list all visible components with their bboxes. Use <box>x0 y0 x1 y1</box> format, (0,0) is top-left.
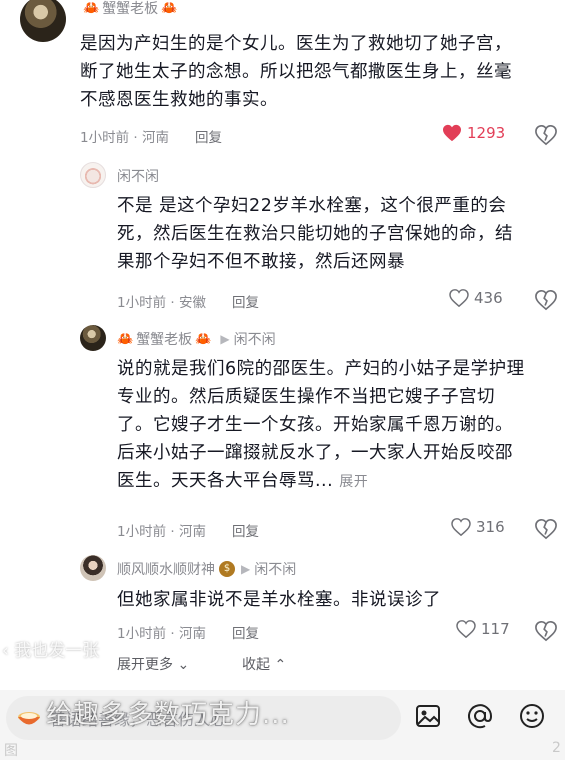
broken-heart-icon[interactable] <box>535 518 557 540</box>
time-location: 1小时前 · 河南 <box>117 626 206 642</box>
crab-icon: 🦀 <box>161 0 178 16</box>
crab-icon: 🦀 <box>117 331 134 347</box>
heart-icon <box>451 518 471 536</box>
reply-button[interactable]: 回复 <box>195 126 222 146</box>
comment-input-bar: 善语结善缘，恶言伤人心 给趣多多数巧克力... 图 2 <box>0 690 565 760</box>
like-count: 1293 <box>467 124 506 142</box>
comment-meta: 1小时前 · 河南 回复 <box>117 622 259 642</box>
comment-line: 说的就是我们6院的邵医生。产妇的小姑子是学护理 <box>117 359 525 379</box>
comment-meta: 1小时前 · 安徽 回复 <box>117 291 259 311</box>
comment-username[interactable]: 🦀 蟹蟹老板 🦀 ▶ 闲不闲 <box>114 329 276 349</box>
comment-line: 了。它嫂子才生一个女孩。开始家属千恩万谢的。 <box>117 415 513 435</box>
broken-heart-icon[interactable] <box>535 620 557 642</box>
heart-icon <box>443 124 461 142</box>
image-icon[interactable] <box>414 702 442 730</box>
comment-line: 但她家属非说不是羊水栓塞。非说误诊了 <box>117 590 441 610</box>
like-button[interactable]: 1293 <box>442 124 505 142</box>
avatar[interactable] <box>80 555 106 581</box>
like-button[interactable]: 316 <box>451 518 505 536</box>
comment-line: 不是 是这个孕妇22岁羊水栓塞，这个很严重的会 <box>117 196 507 216</box>
broken-heart-icon[interactable] <box>535 289 557 311</box>
comment-meta: 1小时前 · 河南 回复 <box>117 520 259 540</box>
reply-arrow-icon: ▶ <box>241 562 251 576</box>
reply-button[interactable]: 回复 <box>232 520 259 540</box>
reply-button[interactable]: 回复 <box>232 622 259 642</box>
at-icon[interactable] <box>466 702 494 730</box>
avatar[interactable] <box>20 0 66 42</box>
username-text: 顺风顺水顺财神 <box>117 562 215 578</box>
avatar[interactable] <box>80 325 106 351</box>
comment-line-text: 医生。天天各大平台辱骂... <box>117 471 334 491</box>
reply-button[interactable]: 回复 <box>232 291 259 311</box>
time-location: 1小时前 · 安徽 <box>117 295 206 311</box>
expand-more-label: 展开更多 <box>117 657 173 673</box>
comment-username[interactable]: 顺风顺水顺财神 $ ▶ 闲不闲 <box>117 559 296 579</box>
username-text: 蟹蟹老板 <box>136 332 193 348</box>
comment-line: 断了她生太子的念想。所以把怨气都撒医生身上，丝毫 <box>80 62 512 82</box>
comment-line: 不感恩医生救她的事实。 <box>80 90 278 110</box>
heart-icon <box>456 620 476 638</box>
comment-text: 是因为产妇生的是个女儿。医生为了救她切了她子宫， 断了她生太子的念想。所以把怨气… <box>80 30 512 114</box>
username-text: 蟹蟹老板 <box>102 1 159 17</box>
comment-username[interactable]: 🦀 蟹蟹老板 🦀 <box>80 0 180 18</box>
like-count: 316 <box>476 518 505 536</box>
comment-text: 但她家属非说不是羊水栓塞。非说误诊了 <box>117 586 441 614</box>
username-text: 闲不闲 <box>117 169 159 185</box>
comment-line: 死，然后医生在救治只能切她的子宫保她的命，结 <box>117 224 513 244</box>
crab-icon: 🦀 <box>83 0 100 16</box>
comment-line: 专业的。然后质疑医生操作不当把它嫂子子宫切 <box>117 387 495 407</box>
like-button[interactable]: 436 <box>449 289 503 307</box>
time-location: 1小时前 · 河南 <box>80 130 169 146</box>
comment-text: 不是 是这个孕妇22岁羊水栓塞，这个很严重的会 死，然后医生在救治只能切她的子宫… <box>117 192 513 276</box>
overlay-caption: ‹ 我也发一张 <box>2 636 99 661</box>
crab-icon: 🦀 <box>195 331 212 347</box>
money-bag-icon: $ <box>219 561 235 577</box>
broken-heart-icon[interactable] <box>535 124 557 146</box>
reply-arrow-icon: ▶ <box>220 332 230 346</box>
reply-to-username[interactable]: 闲不闲 <box>254 559 296 579</box>
expand-button[interactable]: 展开 <box>339 474 368 490</box>
comment-meta: 1小时前 · 河南 回复 <box>80 126 222 146</box>
like-button[interactable]: 117 <box>456 620 510 638</box>
comment-username[interactable]: 闲不闲 <box>117 166 159 186</box>
chevron-down-icon: ⌄ <box>173 657 190 673</box>
chevron-left-icon: ‹ <box>2 641 15 661</box>
heart-icon <box>449 289 469 307</box>
comment-line: 医生。天天各大平台辱骂... 展开 <box>117 467 525 496</box>
comment-line: 后来小姑子一蹿掇就反水了，一大家人开始反咬邵 <box>117 443 513 463</box>
corner-label: 2 <box>552 740 561 756</box>
bowl-icon <box>18 712 40 725</box>
collapse-button[interactable]: 收起 ⌃ <box>242 654 286 674</box>
collapse-label: 收起 <box>242 657 270 673</box>
corner-label: 图 <box>4 743 18 759</box>
comment-line: 果那个孕妇不但不敢接，然后还网暴 <box>117 252 405 272</box>
video-caption: 给趣多多数巧克力... <box>46 700 290 730</box>
time-location: 1小时前 · 河南 <box>117 524 206 540</box>
expand-more-button[interactable]: 展开更多 ⌄ <box>117 654 189 674</box>
chevron-up-icon: ⌃ <box>270 657 287 673</box>
overlay-caption-text: 我也发一张 <box>14 641 100 661</box>
reply-to-username[interactable]: 闲不闲 <box>234 329 276 349</box>
comment-text: 说的就是我们6院的邵医生。产妇的小姑子是学护理 专业的。然后质疑医生操作不当把它… <box>117 355 525 496</box>
emoji-icon[interactable] <box>518 702 546 730</box>
like-count: 436 <box>474 289 503 307</box>
like-count: 117 <box>481 620 510 638</box>
comment-line: 是因为产妇生的是个女儿。医生为了救她切了她子宫， <box>80 34 512 54</box>
avatar[interactable] <box>80 162 106 188</box>
